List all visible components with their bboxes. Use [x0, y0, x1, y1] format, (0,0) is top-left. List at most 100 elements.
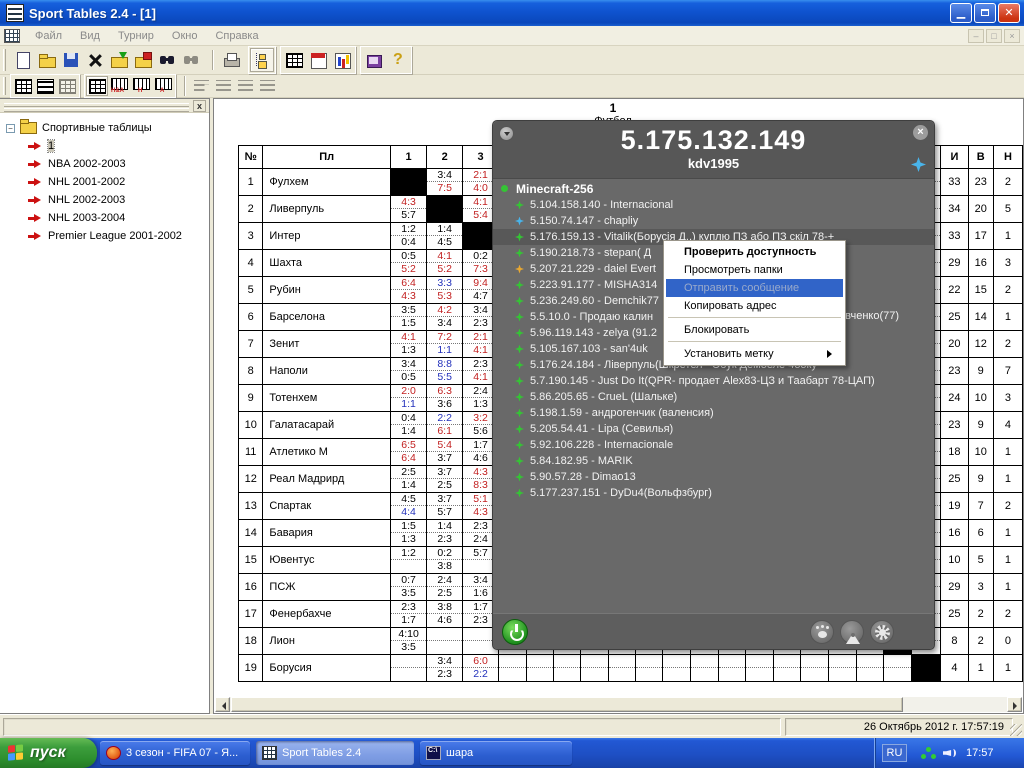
- menu-Файл[interactable]: Файл: [26, 27, 71, 45]
- tree-expand-icon[interactable]: −: [6, 123, 15, 133]
- tree-item-premier-league-2001-2002[interactable]: Premier League 2001-2002: [4, 227, 209, 245]
- cell-score[interactable]: 3:4 7:5: [426, 168, 464, 196]
- cell-score[interactable]: [855, 654, 885, 682]
- cell-score[interactable]: 0:2 3:8: [426, 546, 464, 574]
- cell-score[interactable]: 6:0 2:2: [462, 654, 500, 682]
- cell-score[interactable]: 6:5 6:4: [389, 438, 428, 466]
- ip-entry[interactable]: 5.198.1.59 - андрогенчик (валенсия): [493, 405, 934, 421]
- tree-root[interactable]: − Спортивные таблицы: [4, 119, 209, 137]
- cell-score[interactable]: [800, 654, 830, 682]
- cell-score[interactable]: 2:2 6:1: [426, 411, 464, 439]
- cell-score[interactable]: 2:4 2:5: [426, 573, 464, 601]
- scrollbar-thumb[interactable]: [231, 697, 903, 712]
- import-folder-button[interactable]: [107, 48, 131, 72]
- home-table-button[interactable]: [130, 76, 152, 96]
- context-item-просмотреть[interactable]: Просмотреть папки: [666, 261, 843, 279]
- cell-score[interactable]: 1:2 0:4: [389, 222, 428, 250]
- share-button[interactable]: [840, 620, 864, 644]
- cell-score[interactable]: [635, 654, 664, 682]
- ip-group-header[interactable]: Minecraft-256: [493, 180, 934, 197]
- table-view-button[interactable]: [282, 48, 306, 72]
- book-button[interactable]: [362, 48, 386, 72]
- start-button[interactable]: пуск: [0, 738, 97, 768]
- paw-button[interactable]: [810, 620, 834, 644]
- cell-score[interactable]: 3:8 4:6: [426, 600, 464, 628]
- cell-score[interactable]: [745, 654, 774, 682]
- cross-table-button[interactable]: [86, 76, 108, 96]
- cell-score[interactable]: 3:5 1:5: [389, 303, 428, 331]
- cell-score[interactable]: 1:2: [389, 546, 428, 574]
- cell-score[interactable]: 2:3 1:7: [389, 600, 428, 628]
- cell-score[interactable]: 6:4 4:3: [389, 276, 428, 304]
- restore-button[interactable]: [974, 3, 996, 23]
- scroll-right-button[interactable]: [1007, 697, 1022, 712]
- toolbar-handle[interactable]: [3, 77, 6, 95]
- cell-score[interactable]: [580, 654, 609, 682]
- power-button[interactable]: [502, 619, 528, 645]
- cell-score[interactable]: [883, 654, 913, 682]
- cell-score[interactable]: [828, 654, 857, 682]
- cell-score[interactable]: [498, 654, 527, 682]
- cell-score[interactable]: 6:3 3:6: [426, 384, 464, 412]
- close-button[interactable]: ✕: [998, 3, 1020, 23]
- cell-score[interactable]: 4:5 4:4: [389, 492, 428, 520]
- taskbar-button-1[interactable]: 3 сезон - FIFA 07 - Я...: [100, 741, 250, 765]
- menu-Окно[interactable]: Окно: [163, 27, 207, 45]
- taskbar-button-3[interactable]: шара: [420, 741, 572, 765]
- delete-button[interactable]: [83, 48, 107, 72]
- scroll-left-button[interactable]: [215, 697, 230, 712]
- tree-item-nhl-2002-2003[interactable]: NHL 2002-2003: [4, 191, 209, 209]
- cell-score[interactable]: 4:1 1:3: [389, 330, 428, 358]
- cell-score[interactable]: 2:5 1:4: [389, 465, 428, 493]
- chart-button[interactable]: [330, 48, 354, 72]
- cell-score[interactable]: 3:4 2:3: [426, 654, 464, 682]
- cell-score[interactable]: 4:10 3:5: [389, 627, 428, 655]
- cell-score[interactable]: 3:7 5:7: [426, 492, 464, 520]
- cell-score[interactable]: 0:4 1:4: [389, 411, 428, 439]
- ip-entry[interactable]: 5.150.74.147 - chapliy: [493, 213, 934, 229]
- cell-score[interactable]: 4:3 5:7: [389, 195, 428, 223]
- tree-panel-toggle-button[interactable]: [250, 48, 274, 72]
- cell-score[interactable]: [689, 654, 719, 682]
- find-button[interactable]: [155, 48, 179, 72]
- popup-menu-icon[interactable]: [499, 126, 514, 141]
- cell-score[interactable]: 4:1 5:2: [426, 249, 464, 277]
- cell-score[interactable]: [717, 654, 747, 682]
- home-away-table-button[interactable]: [108, 76, 130, 96]
- cell-score[interactable]: [553, 654, 582, 682]
- mdi-restore-button[interactable]: □: [986, 29, 1002, 43]
- taskbar-button-2[interactable]: Sport Tables 2.4: [256, 741, 414, 765]
- away-table-button[interactable]: [152, 76, 174, 96]
- ip-entry[interactable]: 5.90.57.28 - Dimao13: [493, 469, 934, 485]
- ip-entry[interactable]: 5.86.205.65 - CrueL (Шальке): [493, 389, 934, 405]
- language-indicator[interactable]: RU: [882, 744, 907, 762]
- cell-score[interactable]: 3:3 5:3: [426, 276, 464, 304]
- context-item-копировать[interactable]: Копировать адрес: [666, 297, 843, 315]
- ip-entry[interactable]: 5.205.54.41 - Lipa (Севилья): [493, 421, 934, 437]
- resize-grip[interactable]: [1010, 724, 1022, 736]
- mdi-close-button[interactable]: ×: [1004, 29, 1020, 43]
- ip-entry[interactable]: 5.7.190.145 - Just Do It(QPR- продает Al…: [493, 373, 934, 389]
- cell-score[interactable]: [772, 654, 802, 682]
- network-tray-icon[interactable]: [921, 746, 935, 760]
- context-item-отправить[interactable]: Отправить сообщение: [666, 279, 843, 297]
- export-folder-button[interactable]: [131, 48, 155, 72]
- ip-entry[interactable]: 5.104.158.140 - Internacional: [493, 197, 934, 213]
- print-button[interactable]: [219, 48, 243, 72]
- cell-score[interactable]: 0:5 5:2: [389, 249, 428, 277]
- settings-button[interactable]: [870, 620, 894, 644]
- layout-striped-grid-button[interactable]: [34, 76, 56, 96]
- cell-score[interactable]: 1:4 2:3: [426, 519, 464, 547]
- cell-score[interactable]: [426, 627, 464, 655]
- tree-item-1[interactable]: 1: [4, 137, 209, 155]
- tree-item-nba-2002-2003[interactable]: NBA 2002-2003: [4, 155, 209, 173]
- cell-score[interactable]: 8:8 5:5: [426, 357, 464, 385]
- new-document-button[interactable]: [11, 48, 35, 72]
- cell-score[interactable]: 1:4 4:5: [426, 222, 464, 250]
- cell-score[interactable]: [389, 654, 428, 682]
- cell-score[interactable]: 2:0 1:1: [389, 384, 428, 412]
- context-item-блокировать[interactable]: Блокировать: [666, 321, 843, 339]
- cell-score[interactable]: [662, 654, 691, 682]
- minimize-button[interactable]: ▁: [950, 3, 972, 23]
- menu-Вид[interactable]: Вид: [71, 27, 109, 45]
